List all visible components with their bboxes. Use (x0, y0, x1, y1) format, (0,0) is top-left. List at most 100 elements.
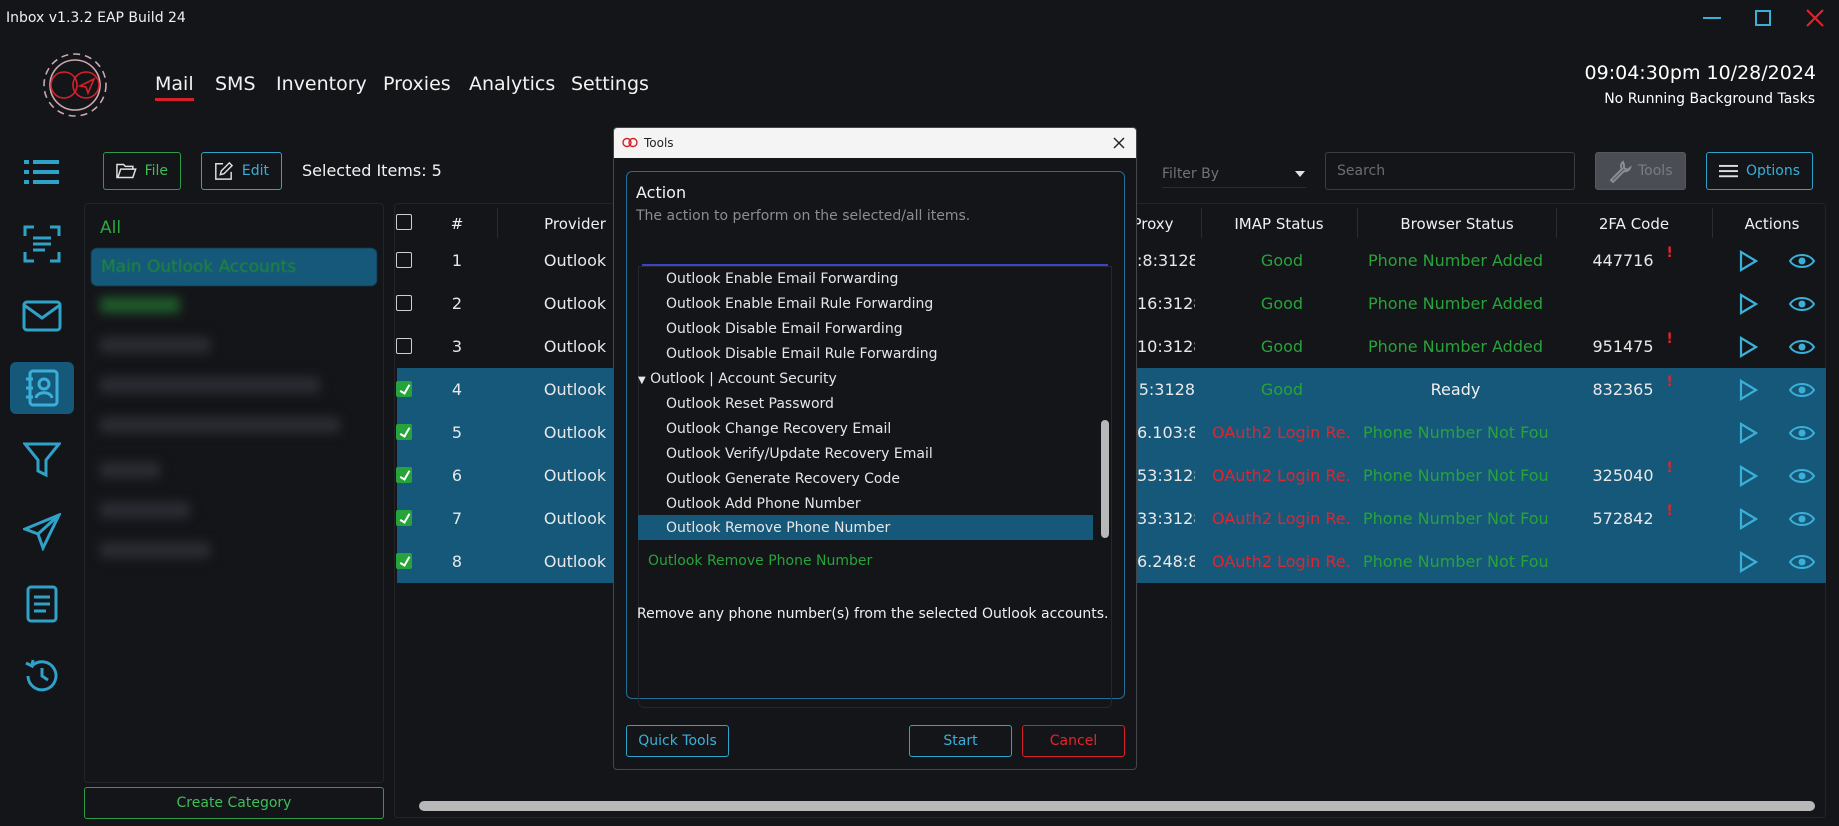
col-header-browser[interactable]: Browser Status (1400, 215, 1513, 233)
row-provider: Outlook (543, 380, 607, 399)
nav-sms[interactable]: SMS (215, 73, 256, 95)
col-header-provider[interactable]: Provider (544, 215, 606, 233)
row-2fa-code[interactable]: 325040 (1592, 454, 1653, 497)
nav-settings[interactable]: Settings (571, 73, 649, 95)
start-button[interactable]: Start (909, 725, 1012, 757)
row-checkbox[interactable] (396, 424, 412, 440)
row-browser-status: Phone Number Not Fou... (1363, 509, 1548, 528)
wrench-icon (1609, 160, 1632, 183)
info-alert-icon[interactable]: ǃ (1667, 331, 1672, 347)
row-2fa-code[interactable]: 572842 (1592, 497, 1653, 540)
column-divider[interactable] (1357, 208, 1358, 238)
nav-mail[interactable]: Mail (155, 73, 194, 101)
option-item-selected[interactable]: Outlook Remove Phone Number (666, 520, 890, 536)
action-search-input[interactable] (642, 234, 1108, 266)
row-proxy: :8:3128 (1137, 251, 1195, 270)
run-button[interactable] (1738, 551, 1759, 577)
view-button[interactable] (1788, 552, 1816, 576)
create-category-button[interactable]: Create Category (84, 787, 384, 819)
col-header-proxy[interactable]: Proxy (1132, 215, 1173, 233)
sidebar-history-button[interactable] (10, 650, 74, 702)
col-header-2fa[interactable]: 2FA Code (1599, 215, 1669, 233)
nav-proxies[interactable]: Proxies (383, 73, 451, 95)
info-alert-icon[interactable]: ǃ (1667, 460, 1672, 476)
column-divider[interactable] (1556, 208, 1557, 238)
column-divider[interactable] (497, 208, 498, 238)
run-button[interactable] (1738, 508, 1759, 534)
options-button[interactable]: Options (1706, 152, 1813, 190)
nav-inventory[interactable]: Inventory (276, 73, 367, 95)
row-checkbox[interactable] (396, 338, 412, 354)
view-button[interactable] (1788, 380, 1816, 404)
sidebar-scan-button[interactable] (10, 218, 74, 270)
option-item[interactable]: Outlook Reset Password (666, 396, 834, 412)
option-item[interactable]: Outlook Change Recovery Email (666, 421, 891, 437)
blurred-category (100, 297, 180, 313)
sidebar-send-button[interactable] (10, 506, 74, 558)
option-item[interactable]: Outlook Enable Email Rule Forwarding (666, 296, 933, 312)
dialog-close-button[interactable] (1108, 132, 1130, 154)
option-group-header[interactable]: ▼ Outlook | Account Security (638, 371, 837, 387)
minimize-button[interactable] (1697, 6, 1727, 30)
option-item[interactable]: Outlook Verify/Update Recovery Email (666, 446, 933, 462)
eye-icon (1788, 555, 1816, 569)
row-2fa-code[interactable]: 951475 (1592, 325, 1653, 368)
category-all[interactable]: All (100, 218, 121, 238)
view-button[interactable] (1788, 294, 1816, 318)
sidebar-filter-button[interactable] (10, 434, 74, 486)
column-divider[interactable] (1201, 208, 1202, 238)
option-item[interactable]: Outlook Disable Email Rule Forwarding (666, 346, 938, 362)
row-proxy: 33:3128 (1137, 509, 1195, 528)
row-2fa-code[interactable]: 832365 (1592, 368, 1653, 411)
view-button[interactable] (1788, 251, 1816, 275)
sidebar-book-button[interactable] (10, 578, 74, 630)
row-2fa-code[interactable]: 447716 (1592, 239, 1653, 282)
sidebar-list-button[interactable] (10, 146, 74, 198)
search-input[interactable] (1325, 152, 1575, 190)
option-item[interactable]: Outlook Add Phone Number (666, 496, 861, 512)
row-checkbox[interactable] (396, 381, 412, 397)
row-number: 1 (451, 251, 463, 270)
sidebar-mail-button[interactable] (10, 290, 74, 342)
close-window-button[interactable] (1800, 6, 1830, 30)
file-button[interactable]: File (103, 152, 181, 190)
run-button[interactable] (1738, 250, 1759, 276)
select-all-checkbox[interactable] (396, 214, 412, 230)
sidebar-contacts-button[interactable] (10, 362, 74, 414)
view-button[interactable] (1788, 466, 1816, 490)
info-alert-icon[interactable]: ǃ (1667, 503, 1672, 519)
horizontal-scrollbar[interactable] (419, 801, 1815, 811)
run-button[interactable] (1738, 422, 1759, 448)
row-checkbox[interactable] (396, 467, 412, 483)
info-alert-icon[interactable]: ǃ (1667, 374, 1672, 390)
row-checkbox[interactable] (396, 553, 412, 569)
action-long-description: Remove any phone number(s) from the sele… (637, 606, 1109, 622)
row-proxy: 6.248:8... (1137, 552, 1195, 571)
run-button[interactable] (1738, 336, 1759, 362)
row-checkbox[interactable] (396, 510, 412, 526)
row-checkbox[interactable] (396, 252, 412, 268)
info-alert-icon[interactable]: ǃ (1667, 245, 1672, 261)
col-header-imap[interactable]: IMAP Status (1234, 215, 1323, 233)
option-item[interactable]: Outlook Enable Email Forwarding (666, 271, 898, 287)
quick-tools-button[interactable]: Quick Tools (626, 725, 729, 757)
edit-button[interactable]: Edit (201, 152, 282, 190)
cancel-button[interactable]: Cancel (1022, 725, 1125, 757)
column-divider[interactable] (1712, 208, 1713, 238)
option-item[interactable]: Outlook Disable Email Forwarding (666, 321, 903, 337)
run-button[interactable] (1738, 293, 1759, 319)
option-list-scrollbar[interactable] (1101, 420, 1109, 538)
view-button[interactable] (1788, 337, 1816, 361)
col-header-num: # (450, 215, 464, 233)
tools-button[interactable]: Tools (1595, 152, 1686, 190)
filter-by-dropdown[interactable]: Filter By (1162, 160, 1306, 188)
category-main-outlook[interactable]: Main Outlook Accounts (91, 248, 377, 286)
nav-analytics[interactable]: Analytics (469, 73, 555, 95)
maximize-button[interactable] (1748, 6, 1778, 30)
run-button[interactable] (1738, 379, 1759, 405)
run-button[interactable] (1738, 465, 1759, 491)
view-button[interactable] (1788, 509, 1816, 533)
option-item[interactable]: Outlook Generate Recovery Code (666, 471, 900, 487)
view-button[interactable] (1788, 423, 1816, 447)
row-checkbox[interactable] (396, 295, 412, 311)
